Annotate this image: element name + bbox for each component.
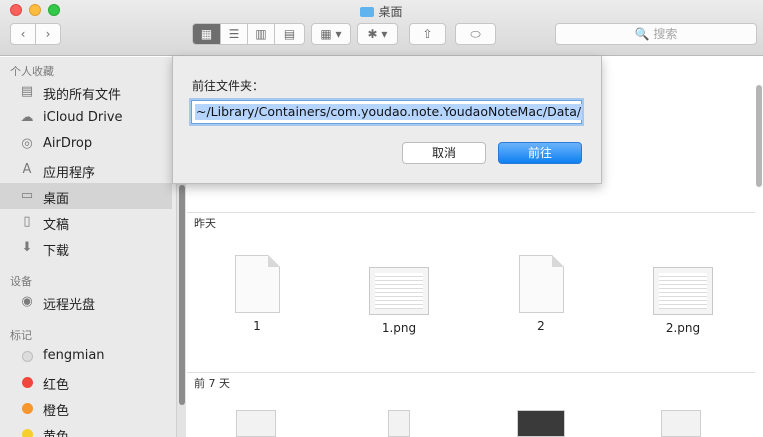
tag-dot-icon [22, 429, 33, 437]
file-item[interactable]: 1.png [354, 267, 444, 335]
group-header-yesterday: 昨天 [187, 212, 755, 234]
documents-icon: ▯ [23, 214, 31, 229]
group-header-previous-7-days: 前 7 天 [187, 372, 755, 394]
image-thumbnail-icon [653, 267, 713, 315]
sidebar-item-icloud-drive[interactable]: ☁ iCloud Drive [0, 105, 172, 131]
sidebar-item-all-files[interactable]: ▤ 我的所有文件 [0, 79, 172, 105]
sidebar-item-applications[interactable]: A 应用程序 [0, 157, 172, 183]
desktop-icon: ▭ [20, 188, 34, 203]
icon-view-button[interactable]: ▦ [192, 23, 221, 45]
main-scrollbar[interactable] [755, 57, 763, 437]
sidebar-item-desktop[interactable]: ▭ 桌面 [0, 183, 172, 209]
disc-icon: ◉ [21, 294, 33, 309]
file-thumbnail[interactable] [661, 410, 701, 437]
column-view-button[interactable]: ▥ [247, 23, 275, 45]
file-item[interactable]: 2.png [638, 267, 728, 335]
toolbar: 桌面 ‹ › ▦ ☰ ▥ ▤ ▦ ▾ ✱ ▾ ⇧ ⬭ 🔍 搜索 [0, 0, 763, 56]
cloud-icon: ☁ [20, 110, 34, 125]
cancel-button[interactable]: 取消 [402, 142, 486, 164]
sheet-title: 前往文件夹： [192, 79, 265, 93]
folder-path-text: ~/Library/Containers/com.youdao.note.You… [195, 104, 583, 120]
document-icon [518, 255, 564, 313]
main-scroll-thumb[interactable] [756, 85, 762, 187]
sidebar-item-documents[interactable]: ▯ 文稿 [0, 209, 172, 235]
go-button[interactable]: 前往 [498, 142, 582, 164]
tag-dot-icon [22, 377, 33, 388]
file-item[interactable]: 1 [212, 255, 302, 333]
sidebar: 个人收藏 ▤ 我的所有文件 ☁ iCloud Drive ◎ AirDrop A… [0, 57, 176, 437]
folder-path-input[interactable]: ~/Library/Containers/com.youdao.note.You… [191, 100, 583, 124]
back-button[interactable]: ‹ [10, 23, 36, 45]
sidebar-item-airdrop[interactable]: ◎ AirDrop [0, 131, 172, 157]
sidebar-scroll-thumb[interactable] [179, 185, 185, 405]
image-thumbnail-icon [369, 267, 429, 315]
sidebar-tag-fengmian[interactable]: fengmian [0, 343, 172, 369]
tag-dot-icon [22, 403, 33, 414]
all-files-icon: ▤ [20, 84, 34, 99]
go-to-folder-sheet: 前往文件夹： ~/Library/Containers/com.youdao.n… [172, 56, 602, 184]
file-thumbnail[interactable] [388, 410, 410, 437]
file-thumbnail[interactable] [517, 410, 565, 437]
document-icon [234, 255, 280, 313]
devices-header: 设备 [10, 275, 32, 288]
airdrop-icon: ◎ [21, 136, 33, 151]
window-title: 桌面 [0, 3, 763, 20]
forward-button[interactable]: › [35, 23, 61, 45]
sidebar-item-remote-disc[interactable]: ◉ 远程光盘 [0, 289, 172, 315]
file-item[interactable]: 2 [496, 255, 586, 333]
folder-icon [360, 7, 375, 17]
sidebar-item-downloads[interactable]: ⬇ 下载 [0, 235, 172, 261]
favorites-header: 个人收藏 [10, 65, 54, 78]
download-icon: ⬇ [21, 240, 33, 255]
list-view-button[interactable]: ☰ [220, 23, 248, 45]
search-field[interactable]: 🔍 搜索 [555, 23, 757, 45]
sidebar-tag-yellow[interactable]: 黄色 [0, 421, 172, 437]
tag-button[interactable]: ⬭ [455, 23, 496, 45]
action-menu-button[interactable]: ✱ ▾ [357, 23, 398, 45]
sidebar-tag-orange[interactable]: 橙色 [0, 395, 172, 421]
tags-header: 标记 [10, 329, 32, 342]
share-button[interactable]: ⇧ [409, 23, 446, 45]
file-thumbnail[interactable] [236, 410, 276, 437]
sidebar-tag-red[interactable]: 红色 [0, 369, 172, 395]
tag-dot-icon [22, 351, 33, 362]
cover-flow-view-button[interactable]: ▤ [274, 23, 305, 45]
arrange-menu-button[interactable]: ▦ ▾ [311, 23, 351, 45]
applications-icon: A [22, 162, 32, 177]
